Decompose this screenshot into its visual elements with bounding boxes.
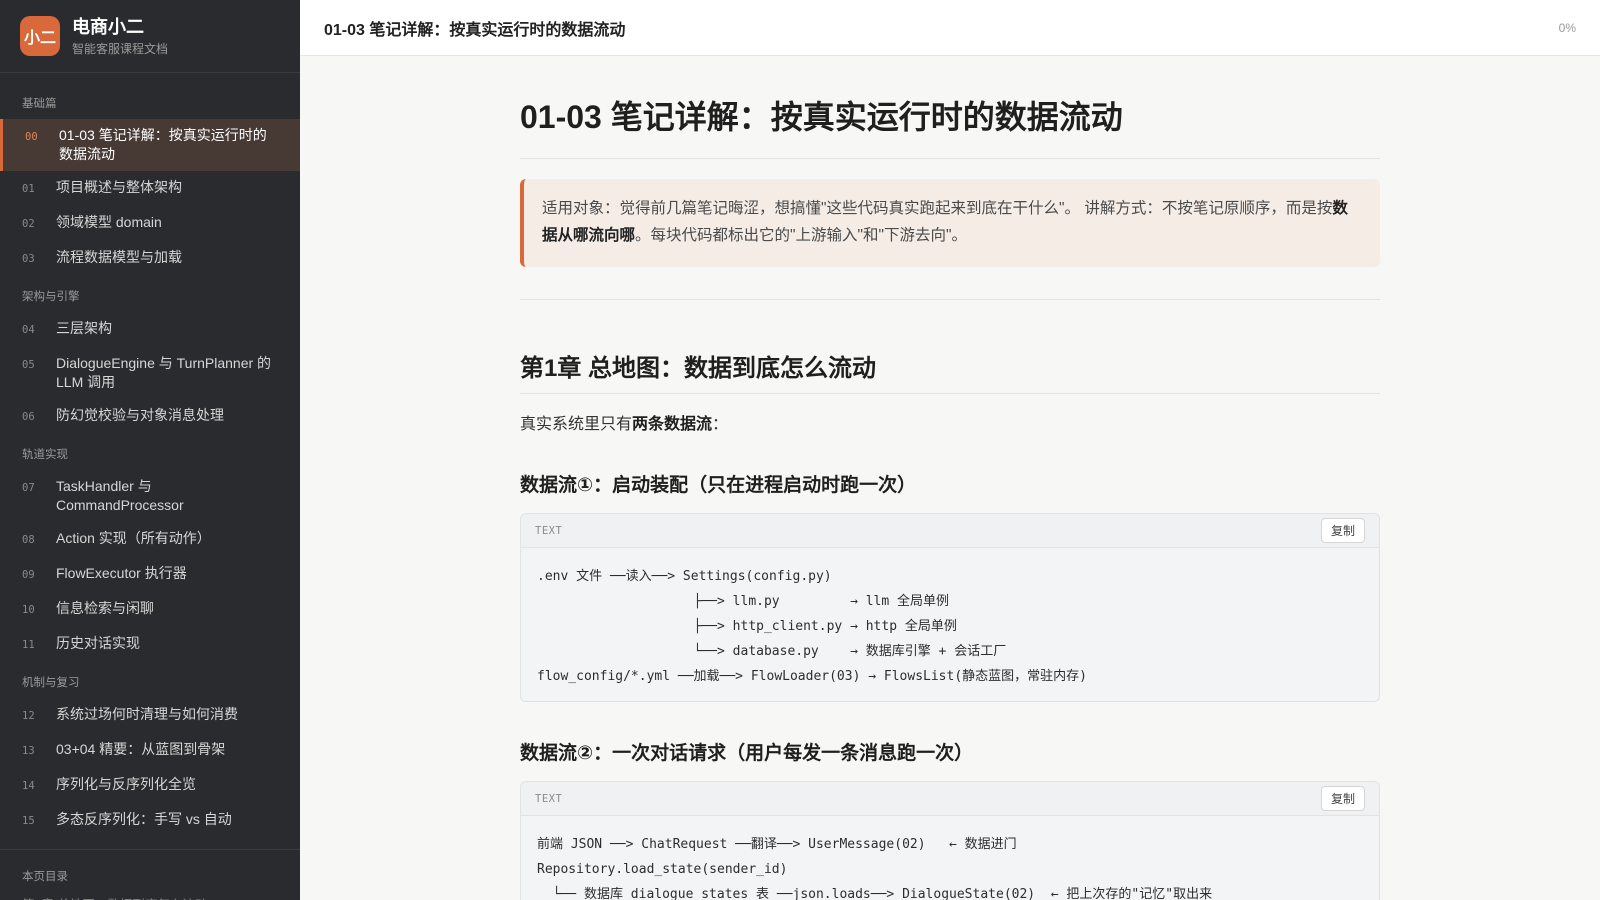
code-body: 前端 JSON ──> ChatRequest ──翻译──> UserMess… (521, 816, 1379, 900)
brand-logo: 小二 (20, 16, 60, 56)
callout-text-2: 。每块代码都标出它的"上游输入"和"下游去向"。 (635, 227, 968, 244)
sidebar-item-label: 03+04 精要：从蓝图到骨架 (56, 741, 226, 757)
flow1-code-block: TEXT 复制 .env 文件 ──读入──> Settings(config.… (520, 513, 1380, 702)
sidebar-item-number: 10 (22, 604, 35, 616)
code-body: .env 文件 ──读入──> Settings(config.py) ├──>… (521, 548, 1379, 701)
nav-group-label: 轨道实现 (22, 449, 68, 461)
sidebar-item-label: 历史对话实现 (56, 635, 140, 651)
sidebar: 小二 电商小二 智能客服课程文档 基础篇 00 01-03 笔记详解：按真实运行时的… (0, 0, 300, 900)
sidebar-item-label: 序列化与反序列化全览 (56, 776, 196, 792)
sidebar-item-number: 04 (22, 324, 35, 336)
sidebar-item-number: 07 (22, 482, 35, 494)
code-line: flow_config/*.yml ──加载──> FlowLoader(03)… (537, 669, 1087, 684)
sidebar-item-number: 05 (22, 359, 35, 371)
code-lang-label: TEXT (535, 524, 563, 537)
brand-title: 电商小二 (72, 16, 144, 37)
page-toc: 本页目录 第1章 总地图：数据到底怎么流动 (0, 849, 300, 900)
copy-button[interactable]: 复制 (1320, 786, 1365, 811)
sidebar-item-label: 防幻觉校验与对象消息处理 (56, 407, 224, 423)
sidebar-item-07[interactable]: 07 TaskHandler 与 CommandProcessor (0, 470, 300, 522)
sidebar-item-number: 00 (25, 131, 38, 143)
callout-text-1: 适用对象：觉得前几篇笔记晦涩，想搞懂"这些代码真实跑起来到底在干什么"。 讲解方… (542, 200, 1333, 217)
flow2-heading: 数据流②：一次对话请求（用户每发一条消息跑一次） (520, 743, 974, 764)
sidebar-item-label: 领域模型 domain (56, 214, 162, 230)
toc-label: 本页目录 (22, 871, 68, 883)
sidebar-item-09[interactable]: 09 FlowExecutor 执行器 (0, 557, 300, 592)
code-line: ├──> http_client.py → http 全局单例 (537, 619, 957, 634)
sidebar-item-06[interactable]: 06 防幻觉校验与对象消息处理 (0, 399, 300, 434)
sidebar-item-number: 15 (22, 815, 35, 827)
topbar-title: 01-03 笔记详解：按真实运行时的数据流动 (324, 21, 626, 39)
sidebar-item-label: 流程数据模型与加载 (56, 249, 182, 265)
article: 01-03 笔记详解：按真实运行时的数据流动 适用对象：觉得前几篇笔记晦涩，想搞… (520, 56, 1380, 900)
sidebar-item-label: FlowExecutor 执行器 (56, 565, 187, 581)
code-line: ├──> llm.py → llm 全局单例 (537, 594, 950, 609)
code-lang-label: TEXT (535, 792, 563, 805)
sidebar-item-label: 三层架构 (56, 320, 112, 336)
chapter-intro: 真实系统里只有两条数据流： (520, 410, 1380, 434)
sidebar-item-label: 系统过场何时清理与如何消费 (56, 706, 238, 722)
topbar: 01-03 笔记详解：按真实运行时的数据流动 0% (300, 0, 1600, 56)
nav-group-label: 基础篇 (22, 98, 57, 110)
sidebar-item-08[interactable]: 08 Action 实现（所有动作） (0, 522, 300, 557)
callout-note: 适用对象：觉得前几篇笔记晦涩，想搞懂"这些代码真实跑起来到底在干什么"。 讲解方… (520, 179, 1380, 267)
sidebar-item-label: 项目概述与整体架构 (56, 179, 182, 195)
intro-text-pre: 真实系统里只有 (520, 416, 633, 433)
sidebar-item-05[interactable]: 05 DialogueEngine 与 TurnPlanner 的 LLM 调用 (0, 347, 300, 399)
section-divider (520, 299, 1380, 300)
sidebar-item-number: 09 (22, 569, 35, 581)
sidebar-item-13[interactable]: 13 03+04 精要：从蓝图到骨架 (0, 733, 300, 768)
sidebar-item-number: 13 (22, 745, 35, 757)
sidebar-item-00[interactable]: 00 01-03 笔记详解：按真实运行时的数据流动 (0, 119, 300, 171)
copy-button[interactable]: 复制 (1320, 518, 1365, 543)
sidebar-item-number: 06 (22, 411, 35, 423)
sidebar-nav: 基础篇 00 01-03 笔记详解：按真实运行时的数据流动 01 项目概述与整体架构 02… (0, 73, 300, 838)
page-title: 01-03 笔记详解：按真实运行时的数据流动 (520, 92, 1380, 159)
toc-item[interactable]: 第1章 总地图：数据到底怎么流动 (0, 892, 300, 900)
intro-text-post: ： (712, 416, 729, 433)
intro-bold: 两条数据流 (632, 416, 713, 433)
sidebar-item-number: 03 (22, 253, 35, 265)
sidebar-item-number: 02 (22, 218, 35, 230)
code-line: └──> database.py → 数据库引擎 + 会话工厂 (537, 644, 1007, 659)
sidebar-item-number: 12 (22, 710, 35, 722)
flow2-code-block: TEXT 复制 前端 JSON ──> ChatRequest ──翻译──> … (520, 781, 1380, 900)
sidebar-item-number: 11 (22, 639, 35, 651)
chapter-heading: 第1章 总地图：数据到底怎么流动 (520, 348, 1380, 394)
sidebar-item-01[interactable]: 01 项目概述与整体架构 (0, 171, 300, 206)
sidebar-item-label: DialogueEngine 与 TurnPlanner 的 LLM 调用 (56, 355, 272, 390)
brand-header[interactable]: 小二 电商小二 智能客服课程文档 (0, 0, 300, 73)
reading-progress: 0% (1558, 20, 1576, 35)
sidebar-item-label: 信息检索与闲聊 (56, 600, 154, 616)
sidebar-item-14[interactable]: 14 序列化与反序列化全览 (0, 768, 300, 803)
sidebar-item-number: 08 (22, 534, 35, 546)
sidebar-item-label: Action 实现（所有动作） (56, 530, 211, 546)
sidebar-item-number: 01 (22, 183, 35, 195)
sidebar-item-label: 01-03 笔记详解：按真实运行时的数据流动 (59, 127, 267, 162)
nav-group-label: 机制与复习 (22, 677, 80, 689)
sidebar-item-04[interactable]: 04 三层架构 (0, 312, 300, 347)
sidebar-item-02[interactable]: 02 领域模型 domain (0, 206, 300, 241)
sidebar-item-10[interactable]: 10 信息检索与闲聊 (0, 592, 300, 627)
main-content: 01-03 笔记详解：按真实运行时的数据流动 适用对象：觉得前几篇笔记晦涩，想搞… (300, 56, 1600, 900)
code-line: Repository.load_state(sender_id) (537, 862, 788, 877)
flow1-heading: 数据流①：启动装配（只在进程启动时跑一次） (520, 475, 917, 496)
sidebar-item-12[interactable]: 12 系统过场何时清理与如何消费 (0, 698, 300, 733)
brand-subtitle: 智能客服课程文档 (72, 41, 169, 56)
code-line: 前端 JSON ──> ChatRequest ──翻译──> UserMess… (537, 837, 1017, 852)
sidebar-item-label: 多态反序列化：手写 vs 自动 (56, 811, 232, 827)
sidebar-item-03[interactable]: 03 流程数据模型与加载 (0, 241, 300, 276)
sidebar-item-label: TaskHandler 与 CommandProcessor (56, 478, 184, 513)
sidebar-item-number: 14 (22, 780, 35, 792)
nav-group-label: 架构与引擎 (22, 291, 80, 303)
code-line: └── 数据库 dialogue_states 表 ──json.loads──… (537, 887, 1213, 900)
sidebar-item-15[interactable]: 15 多态反序列化：手写 vs 自动 (0, 803, 300, 838)
sidebar-item-11[interactable]: 11 历史对话实现 (0, 627, 300, 662)
code-line: .env 文件 ──读入──> Settings(config.py) (537, 569, 832, 584)
